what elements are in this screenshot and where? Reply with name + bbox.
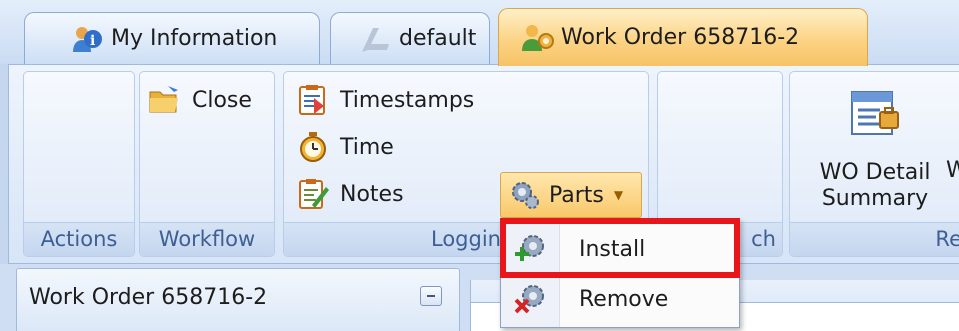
stopwatch-icon — [296, 131, 330, 163]
chevron-down-icon: ▼ — [613, 188, 624, 202]
parts-dropdown-button[interactable]: Parts ▼ — [500, 172, 642, 218]
tab-my-information[interactable]: i My Information — [24, 12, 320, 64]
tab-label: default — [399, 26, 477, 51]
notes-button[interactable]: Notes — [296, 178, 404, 210]
ribbon-group-actions: Actions — [23, 71, 135, 257]
timestamps-button[interactable]: Timestamps — [296, 84, 474, 116]
users-info-icon: i — [71, 24, 105, 54]
tab-work-order[interactable]: Work Order 658716-2 — [498, 8, 868, 66]
work-order-panel: Work Order 658716-2 — [16, 268, 460, 331]
tab-label: My Information — [111, 26, 278, 51]
workorder-users-icon — [521, 23, 555, 53]
panel-title: Work Order 658716-2 — [29, 285, 268, 310]
group-label-actions: Actions — [24, 222, 134, 256]
report-document-icon — [846, 86, 904, 140]
workspace-tab-strip: i My Information default Work Order 6587… — [0, 0, 959, 66]
parts-gear-icon — [509, 179, 541, 211]
timestamps-label: Timestamps — [340, 87, 475, 113]
tab-label: Work Order 658716-2 — [561, 25, 800, 50]
time-label: Time — [340, 134, 394, 160]
menu-item-label: Remove — [579, 286, 669, 312]
tab-default[interactable]: default — [330, 12, 490, 64]
svg-text:i: i — [90, 33, 95, 49]
wo-detail-label-line1: WO Detail — [819, 160, 931, 185]
notes-icon — [296, 178, 330, 210]
default-view-icon — [359, 24, 393, 54]
wo-detail-summary-button[interactable]: WO Detail Summary — [800, 86, 950, 226]
remove-part-icon — [511, 280, 549, 318]
next-report-button-partial[interactable]: W — [946, 158, 959, 183]
close-folder-icon — [148, 84, 182, 116]
wo-detail-label-line2: Summary — [821, 186, 929, 211]
menu-item-remove[interactable]: Remove — [501, 275, 739, 323]
menu-item-install[interactable]: Install — [501, 225, 739, 273]
timestamps-icon — [296, 84, 330, 116]
group-label-workflow: Workflow — [140, 222, 274, 256]
install-part-icon — [511, 230, 549, 268]
collapse-icon[interactable] — [420, 286, 442, 306]
close-label: Close — [192, 87, 252, 113]
group-label-reports: Re — [790, 222, 959, 256]
time-button[interactable]: Time — [296, 131, 394, 163]
menu-item-label: Install — [579, 236, 646, 262]
notes-label: Notes — [340, 181, 404, 207]
parts-label: Parts — [549, 182, 604, 208]
parts-menu: Install Remove — [500, 218, 740, 328]
close-button[interactable]: Close — [148, 84, 252, 116]
